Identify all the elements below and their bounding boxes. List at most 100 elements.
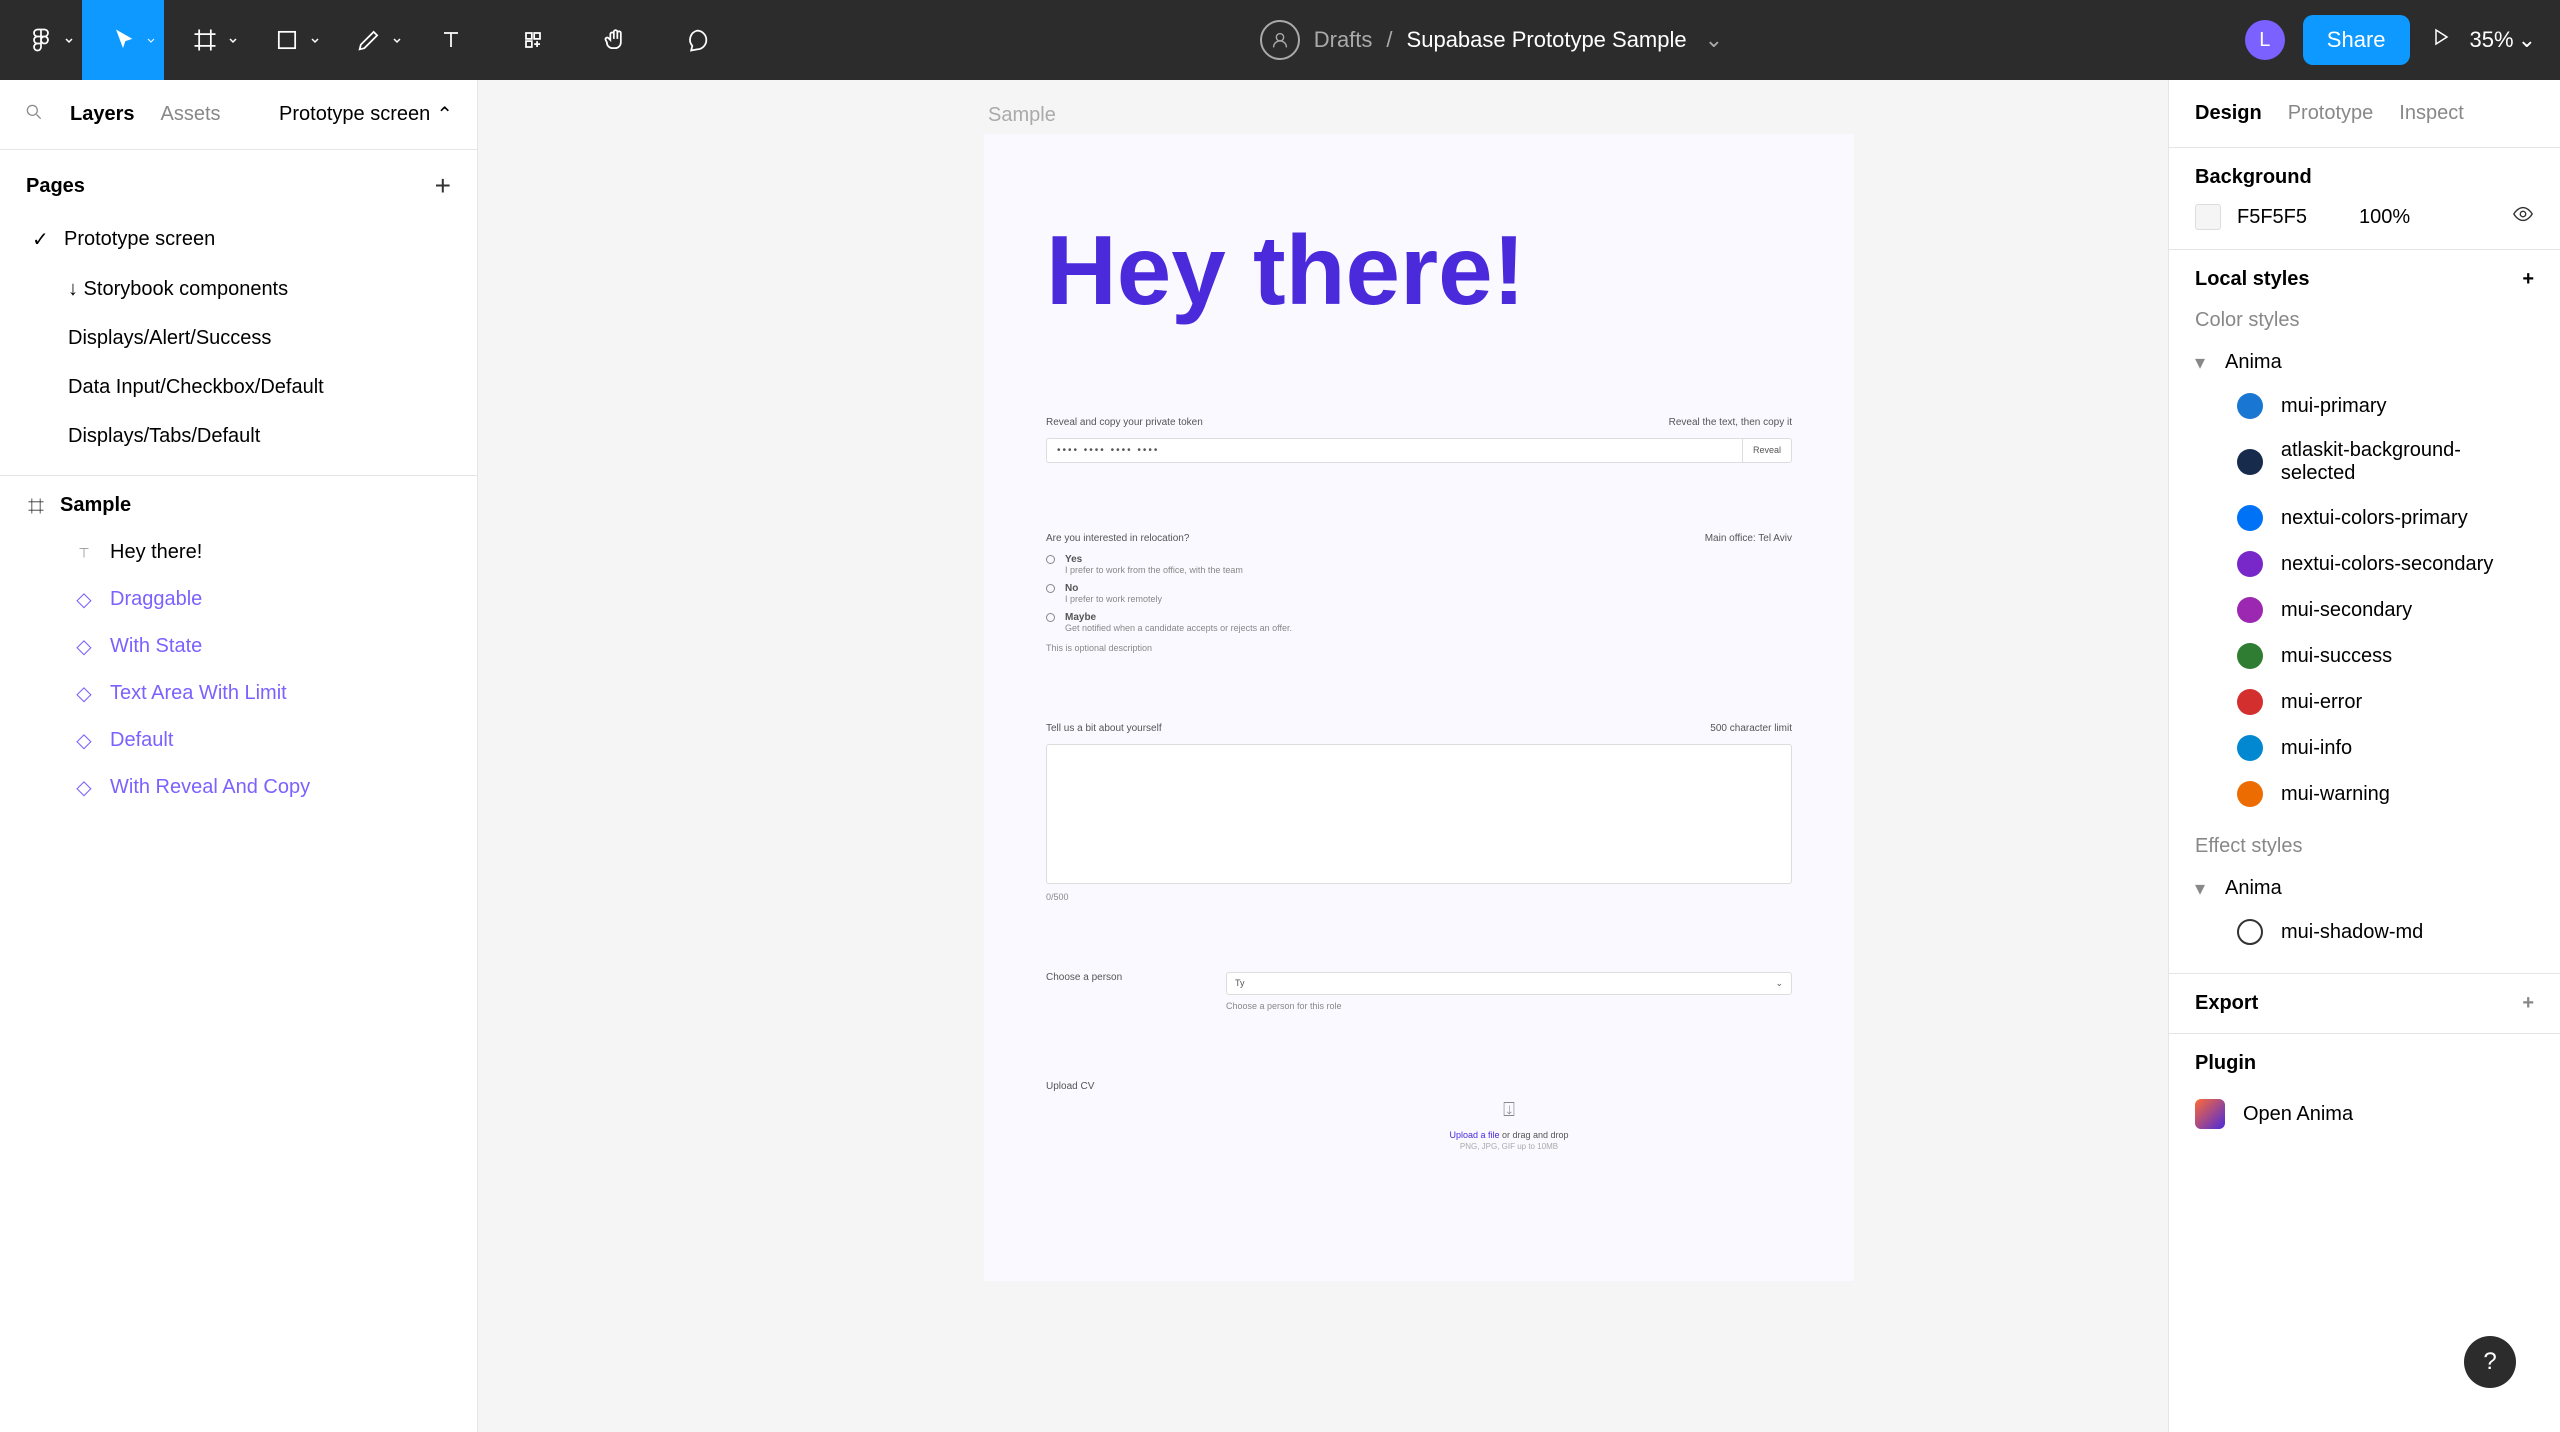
search-icon[interactable] (24, 102, 44, 128)
canvas-frame-label[interactable]: Sample (988, 104, 1056, 127)
export-header: Export (2195, 992, 2258, 1015)
add-export-button[interactable]: + (2522, 992, 2534, 1015)
token-input[interactable]: •••• •••• •••• •••• Reveal (1046, 438, 1792, 463)
color-swatch-icon (2237, 449, 2263, 475)
zoom-control[interactable]: 35% ⌄ (2470, 27, 2536, 53)
layer-item[interactable]: ◇ With State (0, 623, 477, 670)
local-styles-header: Local styles (2195, 268, 2310, 291)
comment-icon (683, 26, 711, 54)
color-swatch-icon (2237, 781, 2263, 807)
tab-design[interactable]: Design (2195, 102, 2262, 125)
color-style-item[interactable]: nextui-colors-primary (2195, 495, 2534, 541)
visibility-toggle-icon[interactable] (2512, 203, 2534, 231)
page-item[interactable]: Displays/Alert/Success (0, 314, 477, 363)
layer-item[interactable]: ◇ Text Area With Limit (0, 670, 477, 717)
reveal-right-label: Reveal the text, then copy it (1669, 417, 1792, 428)
section-textarea: Tell us a bit about yourself 500 charact… (1046, 723, 1792, 902)
effect-name: mui-shadow-md (2281, 921, 2423, 944)
upload-subtext: PNG, JPG, GIF up to 10MB (1226, 1142, 1792, 1151)
frame-icon (26, 496, 46, 516)
radio-sublabel: Get notified when a candidate accepts or… (1065, 623, 1292, 633)
page-item[interactable]: Data Input/Checkbox/Default (0, 363, 477, 412)
effect-style-group[interactable]: ▾ Anima (2195, 868, 2534, 909)
tab-layers[interactable]: Layers (70, 103, 135, 126)
layer-item[interactable]: Hey there! (0, 529, 477, 576)
reveal-button[interactable]: Reveal (1742, 439, 1791, 462)
color-style-item[interactable]: mui-warning (2195, 771, 2534, 817)
breadcrumb-separator: / (1386, 27, 1392, 53)
color-name: mui-error (2281, 691, 2362, 714)
page-selector[interactable]: Prototype screen ⌃ (279, 102, 453, 127)
plugin-item[interactable]: Open Anima (2195, 1089, 2534, 1139)
color-name: mui-primary (2281, 395, 2387, 418)
chevron-up-icon: ⌃ (436, 102, 453, 127)
layer-item[interactable]: ◇ Draggable (0, 576, 477, 623)
radio-option[interactable]: MaybeGet notified when a candidate accep… (1046, 612, 1792, 633)
play-icon (2428, 25, 2452, 49)
canvas[interactable]: Sample Hey there! Reveal and copy your p… (478, 80, 2168, 1432)
chevron-down-icon[interactable]: ⌄ (1705, 27, 1723, 53)
color-style-item[interactable]: mui-secondary (2195, 587, 2534, 633)
move-tool-button[interactable] (82, 0, 164, 80)
left-panel: Layers Assets Prototype screen ⌃ Pages +… (0, 80, 478, 1432)
cursor-icon (109, 26, 137, 54)
comment-tool-button[interactable] (656, 0, 738, 80)
figma-menu-button[interactable] (0, 0, 82, 80)
resources-tool-button[interactable] (492, 0, 574, 80)
layer-item[interactable]: ◇ With Reveal And Copy (0, 764, 477, 811)
text-layer-icon (74, 543, 94, 563)
color-swatch-icon (2237, 505, 2263, 531)
background-hex[interactable]: F5F5F5 (2237, 206, 2307, 229)
color-style-item[interactable]: nextui-colors-secondary (2195, 541, 2534, 587)
radio-label: No (1065, 583, 1162, 594)
help-button[interactable]: ? (2464, 1336, 2516, 1388)
pen-tool-button[interactable] (328, 0, 410, 80)
bio-textarea[interactable] (1046, 744, 1792, 884)
layer-item[interactable]: ◇ Default (0, 717, 477, 764)
color-style-item[interactable]: mui-error (2195, 679, 2534, 725)
frame-icon (191, 26, 219, 54)
color-style-item[interactable]: mui-info (2195, 725, 2534, 771)
color-swatch-icon (2237, 393, 2263, 419)
style-group[interactable]: ▾ Anima (2195, 342, 2534, 383)
help-icon: ? (2483, 1348, 2496, 1376)
add-style-button[interactable]: + (2522, 268, 2534, 291)
artboard-sample[interactable]: Hey there! Reveal and copy your private … (984, 134, 1854, 1281)
effect-swatch-icon (2237, 919, 2263, 945)
drafts-breadcrumb[interactable]: Drafts (1314, 27, 1373, 53)
current-user-avatar[interactable]: L (2245, 20, 2285, 60)
page-item[interactable]: Displays/Tabs/Default (0, 412, 477, 461)
tab-assets[interactable]: Assets (161, 103, 221, 126)
present-button[interactable] (2428, 25, 2452, 55)
add-page-button[interactable]: + (435, 170, 451, 202)
tab-prototype[interactable]: Prototype (2288, 102, 2374, 125)
color-style-item[interactable]: mui-primary (2195, 383, 2534, 429)
shape-tool-button[interactable] (246, 0, 328, 80)
frame-row[interactable]: Sample (0, 482, 477, 529)
frame-tool-button[interactable] (164, 0, 246, 80)
share-button[interactable]: Share (2303, 15, 2410, 65)
effect-style-item[interactable]: mui-shadow-md (2195, 909, 2534, 955)
owner-avatar-icon[interactable] (1260, 20, 1300, 60)
page-item[interactable]: ↓ Storybook components (0, 265, 477, 314)
page-item[interactable]: ✓Prototype screen (0, 214, 477, 265)
file-name[interactable]: Supabase Prototype Sample (1407, 27, 1687, 53)
color-style-item[interactable]: mui-success (2195, 633, 2534, 679)
page-selector-label: Prototype screen (279, 103, 430, 126)
tab-inspect[interactable]: Inspect (2399, 102, 2463, 125)
radio-option[interactable]: YesI prefer to work from the office, wit… (1046, 554, 1792, 575)
color-name: mui-info (2281, 737, 2352, 760)
color-style-item[interactable]: atlaskit-background-selected (2195, 429, 2534, 495)
hand-tool-button[interactable] (574, 0, 656, 80)
upload-rest: or drag and drop (1500, 1130, 1569, 1140)
background-header: Background (2195, 166, 2312, 189)
background-swatch[interactable] (2195, 204, 2221, 230)
text-tool-button[interactable] (410, 0, 492, 80)
person-select[interactable]: Ty ⌄ (1226, 972, 1792, 995)
upload-dropzone[interactable]: ⍗ Upload a file or drag and drop PNG, JP… (1226, 1081, 1792, 1151)
toolbar-left (0, 0, 738, 80)
upload-link[interactable]: Upload a file (1449, 1130, 1499, 1140)
radio-option[interactable]: NoI prefer to work remotely (1046, 583, 1792, 604)
layer-label: Text Area With Limit (110, 682, 287, 705)
background-opacity[interactable]: 100% (2359, 206, 2410, 229)
